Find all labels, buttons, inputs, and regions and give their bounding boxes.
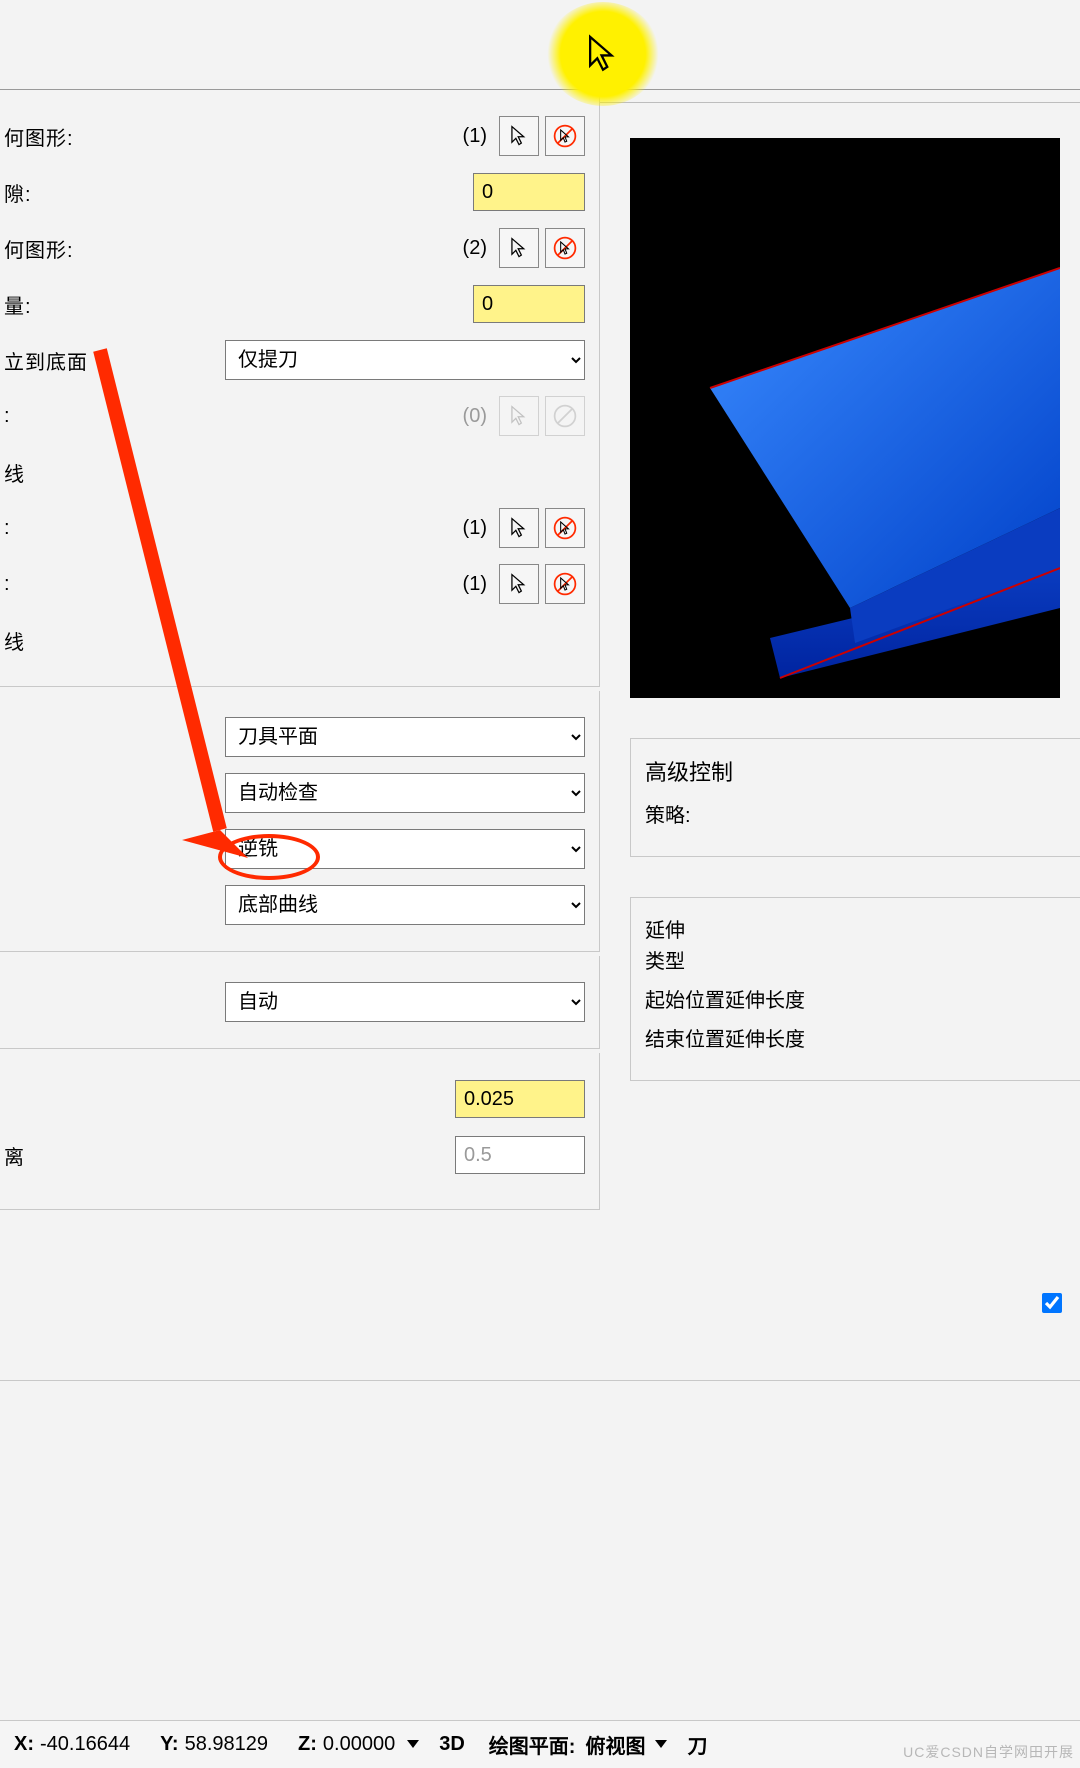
title-bar — [0, 0, 1080, 90]
advanced-control-title: 高级控制 — [645, 755, 1070, 787]
extension-type-label: 类型 — [645, 945, 1070, 974]
clear-button-2[interactable] — [545, 228, 585, 268]
status-z: 0.00000 — [323, 1733, 395, 1756]
label-distance: 离 — [0, 1141, 120, 1170]
clear-button-disabled — [545, 396, 585, 436]
status-y: 58.98129 — [185, 1733, 268, 1756]
tolerance-input[interactable] — [455, 1080, 585, 1118]
advanced-control-panel: 高级控制 策略: — [630, 738, 1080, 857]
extension-start-label: 起始位置延伸长度 — [645, 984, 1070, 1013]
count-1: (1) — [463, 125, 487, 148]
cursor-icon — [585, 34, 621, 74]
status-plane-label: 绘图平面: — [489, 1730, 576, 1759]
strategy-label: 策略: — [645, 799, 1070, 828]
bottom-curve-combo[interactable]: 底部曲线 — [225, 885, 585, 925]
label-geometry-1: 何图形: — [0, 122, 120, 151]
dropdown-icon[interactable] — [655, 1740, 667, 1748]
label-blank-1: : — [0, 405, 120, 428]
label-geometry-2: 何图形: — [0, 234, 120, 263]
tool-plane-combo[interactable]: 刀具平面 — [225, 717, 585, 757]
right-panel: 高级控制 策略: 延伸 类型 起始位置延伸长度 结束位置延伸长度 — [630, 138, 1080, 1081]
clear-button-4[interactable] — [545, 564, 585, 604]
gap-input[interactable] — [473, 173, 585, 211]
select-button-disabled — [499, 396, 539, 436]
cursor-spotlight — [546, 2, 660, 106]
select-button-4[interactable] — [499, 564, 539, 604]
count-2: (2) — [463, 237, 487, 260]
select-button-2[interactable] — [499, 228, 539, 268]
label-curve-2: 线 — [0, 626, 120, 655]
preview-viewport[interactable] — [630, 138, 1060, 698]
count-3: (1) — [463, 517, 487, 540]
status-x: -40.16644 — [40, 1733, 130, 1756]
label-amount: 量: — [0, 290, 120, 319]
auto-check-combo[interactable]: 自动检查 — [225, 773, 585, 813]
left-panel: 何图形: (1) 隙: 何图形: — [0, 90, 600, 1214]
label-blank-2: : — [0, 517, 120, 540]
status-mode[interactable]: 3D — [439, 1733, 465, 1756]
count-0: (0) — [463, 405, 487, 428]
distance-input — [455, 1136, 585, 1174]
select-button-1[interactable] — [499, 116, 539, 156]
milling-direction-combo[interactable]: 逆铣 — [225, 829, 585, 869]
extension-panel: 延伸 类型 起始位置延伸长度 结束位置延伸长度 — [630, 897, 1080, 1081]
count-4: (1) — [463, 573, 487, 596]
watermark: UC爱CSDN自学网田开展 — [903, 1742, 1074, 1762]
status-y-label: Y: — [160, 1733, 179, 1756]
status-z-label: Z: — [298, 1733, 317, 1756]
label-curve-1: 线 — [0, 458, 120, 487]
auto-combo[interactable]: 自动 — [225, 982, 585, 1022]
status-plane[interactable]: 俯视图 — [585, 1730, 645, 1759]
divider — [0, 1380, 1080, 1381]
extension-title: 延伸 — [645, 914, 1070, 943]
label-blank-3: : — [0, 573, 120, 596]
label-to-bottom: 立到底面 — [0, 346, 115, 375]
status-x-label: X: — [14, 1733, 34, 1756]
label-gap: 隙: — [0, 178, 120, 207]
bottom-checkbox[interactable] — [1038, 1290, 1068, 1316]
clear-button-1[interactable] — [545, 116, 585, 156]
amount-input[interactable] — [473, 285, 585, 323]
dropdown-icon[interactable] — [407, 1740, 419, 1748]
retract-combo[interactable]: 仅提刀 — [225, 340, 585, 380]
checkbox-input[interactable] — [1042, 1293, 1062, 1313]
select-button-3[interactable] — [499, 508, 539, 548]
extension-end-label: 结束位置延伸长度 — [645, 1023, 1070, 1052]
status-tail: 刀 — [687, 1730, 707, 1759]
clear-button-3[interactable] — [545, 508, 585, 548]
